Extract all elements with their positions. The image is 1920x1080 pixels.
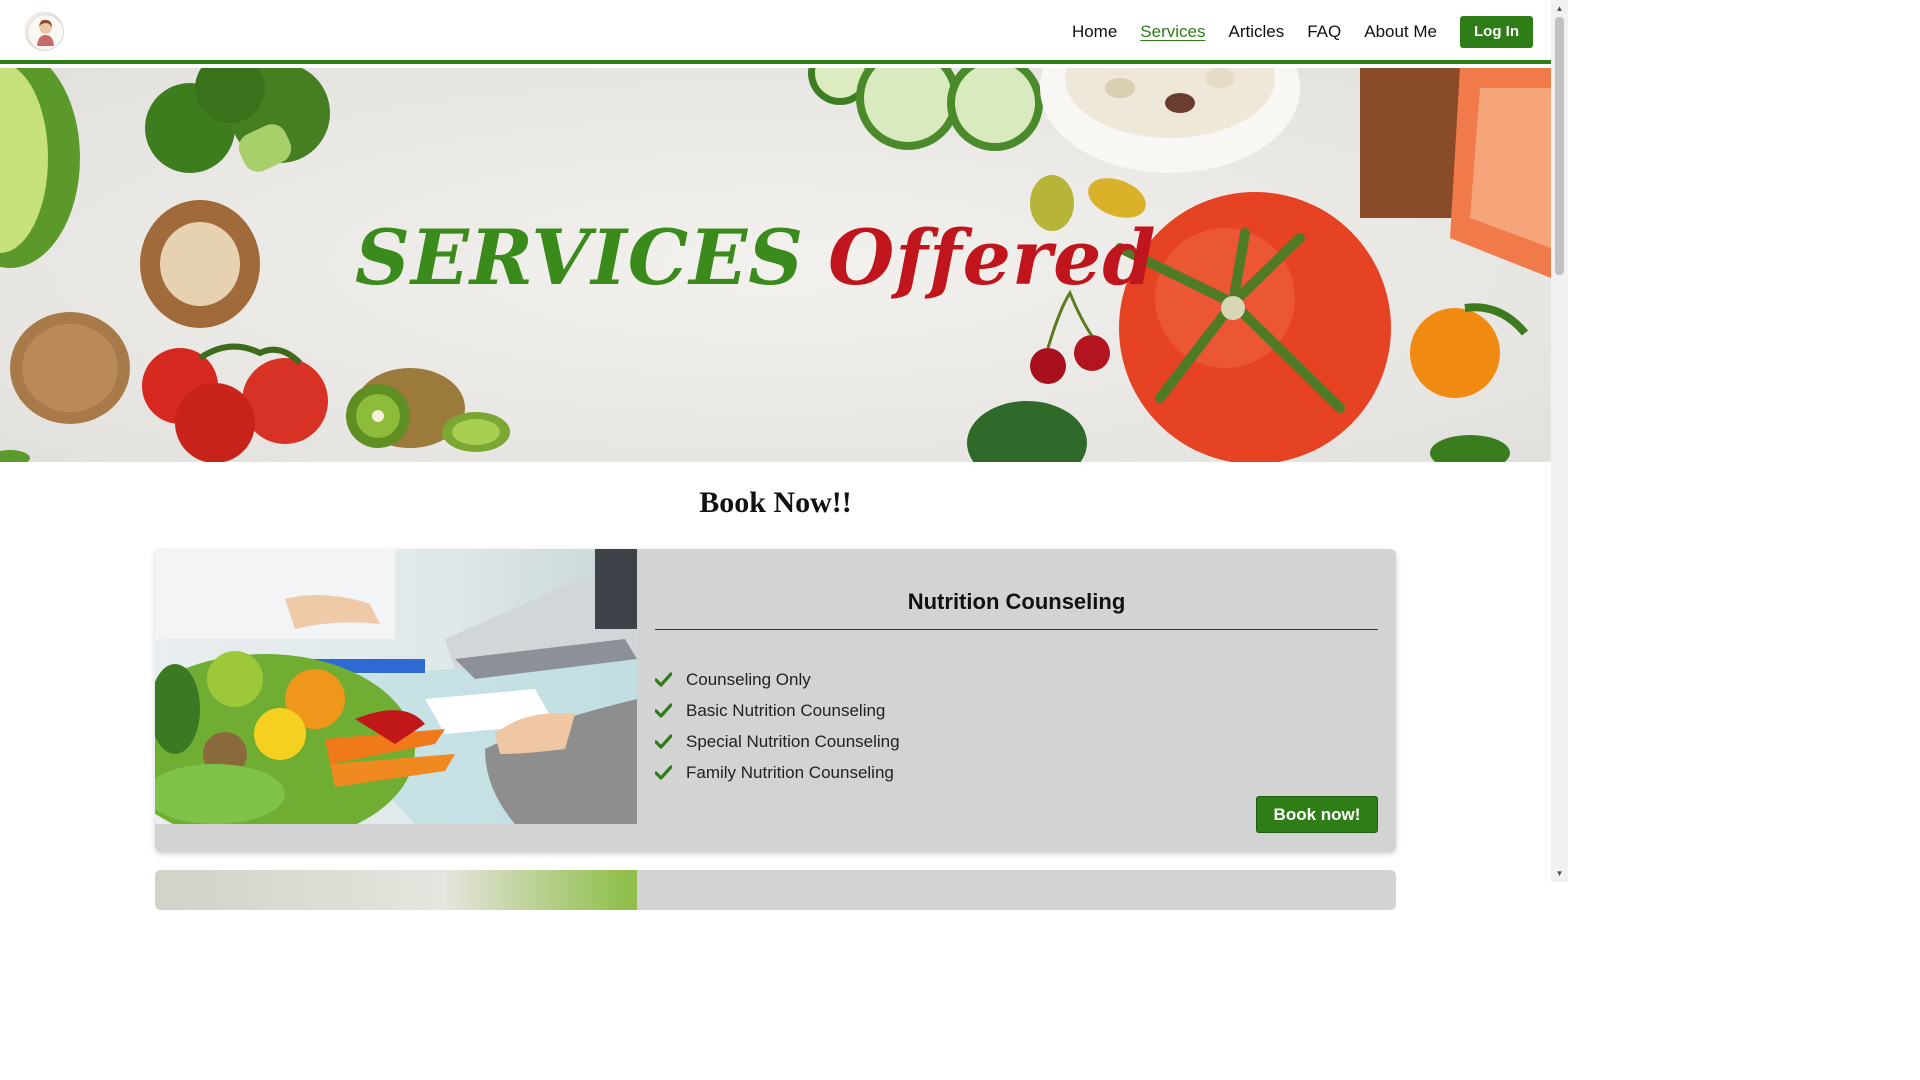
logo-icon[interactable] [25, 12, 64, 51]
scrollbar-thumb[interactable] [1555, 17, 1564, 275]
counseling-photo [155, 549, 637, 824]
scroll-down-arrow-icon[interactable]: ▼ [1551, 865, 1568, 882]
check-icon [655, 672, 672, 687]
service-card-photo-partial [155, 870, 637, 910]
top-navbar: Home Services Articles FAQ About Me Log … [0, 0, 1551, 64]
hero-title-services: SERVICES [355, 213, 805, 302]
nav-services[interactable]: Services [1140, 16, 1205, 48]
service-card-next [155, 870, 1396, 910]
book-now-heading: Book Now!! [699, 486, 852, 519]
feature-item: Family Nutrition Counseling [655, 757, 900, 788]
service-card-nutrition-counseling: Nutrition Counseling Counseling Only Bas… [155, 549, 1396, 852]
page-scrollbar[interactable]: ▲ ▼ [1551, 0, 1568, 882]
hero-banner: SERVICES Offered [0, 68, 1551, 462]
feature-item: Counseling Only [655, 664, 900, 695]
check-icon [655, 703, 672, 718]
service-card-title: Nutrition Counseling [907, 589, 1126, 614]
divider [655, 629, 1378, 630]
check-icon [655, 765, 672, 780]
feature-item: Special Nutrition Counseling [655, 726, 900, 757]
feature-label: Special Nutrition Counseling [686, 731, 900, 751]
nav-about-me[interactable]: About Me [1364, 16, 1437, 48]
nav-articles[interactable]: Articles [1228, 16, 1284, 48]
login-button[interactable]: Log In [1460, 16, 1533, 48]
feature-label: Counseling Only [686, 669, 811, 689]
book-now-button[interactable]: Book now! [1256, 796, 1378, 833]
nav-home[interactable]: Home [1072, 16, 1117, 48]
feature-item: Basic Nutrition Counseling [655, 695, 900, 726]
check-icon [655, 734, 672, 749]
scroll-up-arrow-icon[interactable]: ▲ [1551, 0, 1568, 17]
service-feature-list: Counseling Only Basic Nutrition Counseli… [655, 664, 900, 788]
service-card-body: Nutrition Counseling Counseling Only Bas… [655, 549, 1378, 852]
hero-title: SERVICES Offered [355, 208, 1156, 308]
feature-label: Basic Nutrition Counseling [686, 700, 886, 720]
nav-faq[interactable]: FAQ [1307, 16, 1341, 48]
main-nav: Home Services Articles FAQ About Me Log … [1049, 16, 1533, 48]
hero-title-offered: Offered [828, 213, 1157, 302]
feature-label: Family Nutrition Counseling [686, 762, 894, 782]
